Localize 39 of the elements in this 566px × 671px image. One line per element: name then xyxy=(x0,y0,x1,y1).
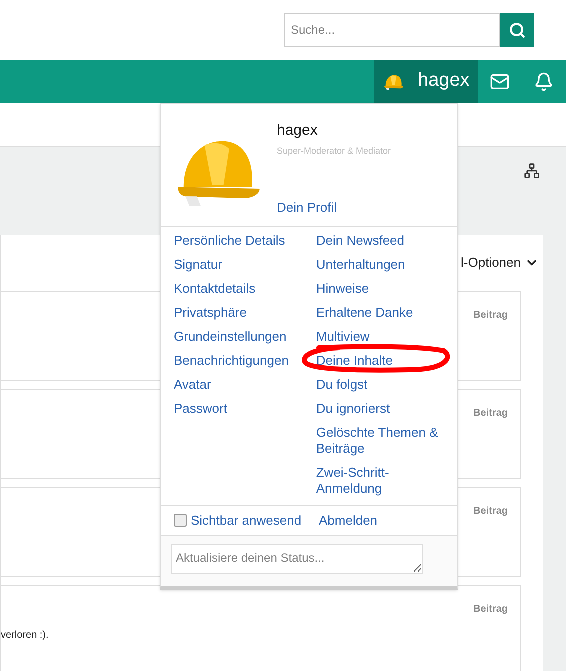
menu-link[interactable]: Privatsphäre xyxy=(174,305,316,321)
post-type-label: Beitrag xyxy=(474,309,508,323)
menu-link[interactable]: Signatur xyxy=(174,257,316,273)
search-field[interactable]: Suche... xyxy=(284,13,500,47)
menu-link[interactable]: Unterhaltungen xyxy=(316,257,406,273)
post-type-label: Beitrag xyxy=(474,407,508,421)
user-name: hagex xyxy=(277,121,319,141)
visible-online-label: Sichtbar anwesend xyxy=(191,512,302,530)
menu-link[interactable]: Zwei-Schritt-Anmeldung xyxy=(316,465,442,497)
user-menu-button[interactable]: hagex xyxy=(374,60,478,103)
menu-link[interactable]: Passwort xyxy=(174,401,316,417)
profile-options-button[interactable]: l-Optionen xyxy=(461,253,539,273)
menu-link[interactable]: Persönliche Details xyxy=(174,233,316,249)
post-type-label: Beitrag xyxy=(474,603,508,617)
post-excerpt: verloren :). xyxy=(1,629,49,643)
menu-link[interactable]: Du ignorierst xyxy=(316,401,390,417)
mail-icon xyxy=(490,72,510,92)
menu-link[interactable]: Hinweise xyxy=(316,281,370,297)
profile-link[interactable]: Dein Profil xyxy=(277,198,392,218)
user-role: Super-Moderator & Mediator xyxy=(277,144,392,158)
logout-link[interactable]: Abmelden xyxy=(319,512,378,528)
menu-link[interactable]: Multiview xyxy=(316,329,370,345)
menu-link[interactable]: Gelöschte Themen & Beiträge xyxy=(316,425,442,457)
bell-icon xyxy=(534,72,554,92)
sitemap-icon[interactable] xyxy=(524,163,540,179)
menu-link[interactable]: Grundeinstellungen xyxy=(174,329,316,345)
menu-link[interactable]: Avatar xyxy=(174,377,316,393)
menu-link[interactable]: Erhaltene Danke xyxy=(316,305,414,321)
status-field[interactable]: Aktualisiere deinen Status... xyxy=(171,544,423,574)
menu-link[interactable]: Dein Newsfeed xyxy=(316,233,405,249)
menu-link[interactable]: Kontaktdetails xyxy=(174,281,316,297)
menu-link[interactable]: Benachrichtigungen xyxy=(174,353,316,369)
menu-link[interactable]: Du folgst xyxy=(316,377,368,393)
search-button[interactable] xyxy=(500,13,534,47)
menu-link[interactable]: Deine Inhalte xyxy=(316,353,393,369)
search-icon xyxy=(508,22,526,38)
helmet-icon xyxy=(384,72,404,90)
post-type-label: Beitrag xyxy=(474,505,508,519)
visible-online-checkbox[interactable] xyxy=(174,514,187,527)
